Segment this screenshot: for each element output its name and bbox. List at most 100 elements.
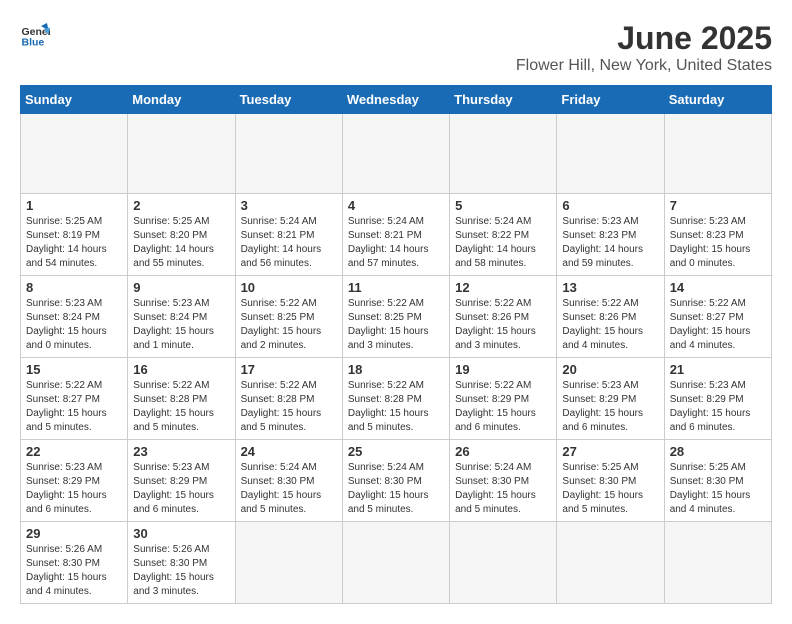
day-info: Sunrise: 5:24 AMSunset: 8:22 PMDaylight:… — [455, 215, 551, 271]
day-info: Sunrise: 5:23 AMSunset: 8:29 PMDaylight:… — [562, 379, 658, 435]
table-row — [21, 114, 128, 194]
calendar-week-row: 1 Sunrise: 5:25 AMSunset: 8:19 PMDaylight… — [21, 194, 772, 276]
table-row: 21Sunrise: 5:23 AMSunset: 8:29 PMDayligh… — [664, 358, 771, 440]
logo-icon: General Blue — [20, 20, 50, 50]
table-row: 12Sunrise: 5:22 AMSunset: 8:26 PMDayligh… — [450, 276, 557, 358]
table-row — [342, 522, 449, 604]
day-number: 30 — [133, 526, 229, 541]
table-row: 8 Sunrise: 5:23 AMSunset: 8:24 PMDaylight… — [21, 276, 128, 358]
table-row — [235, 114, 342, 194]
table-row: 5 Sunrise: 5:24 AMSunset: 8:22 PMDaylight… — [450, 194, 557, 276]
day-number: 27 — [562, 444, 658, 459]
day-number: 2 — [133, 198, 229, 213]
day-number: 1 — [26, 198, 122, 213]
day-info: Sunrise: 5:25 AMSunset: 8:19 PMDaylight:… — [26, 215, 122, 271]
table-row — [664, 114, 771, 194]
col-tuesday: Tuesday — [235, 86, 342, 114]
day-number: 28 — [670, 444, 766, 459]
calendar-week-row: 15 Sunrise: 5:22 AMSunset: 8:27 PMDayligh… — [21, 358, 772, 440]
calendar-header-row: Sunday Monday Tuesday Wednesday Thursday… — [21, 86, 772, 114]
day-number: 24 — [241, 444, 337, 459]
day-number: 18 — [348, 362, 444, 377]
calendar-title: June 2025 — [516, 20, 772, 57]
day-info: Sunrise: 5:25 AMSunset: 8:30 PMDaylight:… — [670, 461, 766, 517]
header: General Blue June 2025 Flower Hill, New … — [20, 20, 772, 75]
table-row: 15 Sunrise: 5:22 AMSunset: 8:27 PMDayligh… — [21, 358, 128, 440]
calendar-week-row: 22Sunrise: 5:23 AMSunset: 8:29 PMDayligh… — [21, 440, 772, 522]
day-number: 20 — [562, 362, 658, 377]
col-thursday: Thursday — [450, 86, 557, 114]
day-number: 19 — [455, 362, 551, 377]
day-number: 7 — [670, 198, 766, 213]
col-saturday: Saturday — [664, 86, 771, 114]
table-row: 30 Sunrise: 5:26 AMSunset: 8:30 PMDayligh… — [128, 522, 235, 604]
day-number: 23 — [133, 444, 229, 459]
table-row: 6Sunrise: 5:23 AMSunset: 8:23 PMDaylight… — [557, 194, 664, 276]
table-row: 25 Sunrise: 5:24 AMSunset: 8:30 PMDayligh… — [342, 440, 449, 522]
table-row: 2 Sunrise: 5:25 AMSunset: 8:20 PMDaylight… — [128, 194, 235, 276]
day-info: Sunrise: 5:23 AMSunset: 8:24 PMDaylight:… — [26, 297, 122, 353]
day-info: Sunrise: 5:23 AMSunset: 8:29 PMDaylight:… — [133, 461, 229, 517]
day-info: Sunrise: 5:22 AMSunset: 8:25 PMDaylight:… — [348, 297, 444, 353]
table-row: 11 Sunrise: 5:22 AMSunset: 8:25 PMDayligh… — [342, 276, 449, 358]
col-friday: Friday — [557, 86, 664, 114]
day-info: Sunrise: 5:24 AMSunset: 8:30 PMDaylight:… — [348, 461, 444, 517]
calendar-week-row — [21, 114, 772, 194]
day-info: Sunrise: 5:23 AMSunset: 8:29 PMDaylight:… — [26, 461, 122, 517]
table-row: 24 Sunrise: 5:24 AMSunset: 8:30 PMDayligh… — [235, 440, 342, 522]
calendar-table: Sunday Monday Tuesday Wednesday Thursday… — [20, 85, 772, 604]
day-number: 5 — [455, 198, 551, 213]
calendar-subtitle: Flower Hill, New York, United States — [516, 57, 772, 75]
day-info: Sunrise: 5:22 AMSunset: 8:27 PMDaylight:… — [670, 297, 766, 353]
day-number: 16 — [133, 362, 229, 377]
day-info: Sunrise: 5:24 AMSunset: 8:21 PMDaylight:… — [241, 215, 337, 271]
day-number: 9 — [133, 280, 229, 295]
day-info: Sunrise: 5:26 AMSunset: 8:30 PMDaylight:… — [133, 543, 229, 599]
table-row — [557, 114, 664, 194]
day-number: 4 — [348, 198, 444, 213]
day-info: Sunrise: 5:25 AMSunset: 8:30 PMDaylight:… — [562, 461, 658, 517]
table-row — [557, 522, 664, 604]
calendar-week-row: 29 Sunrise: 5:26 AMSunset: 8:30 PMDayligh… — [21, 522, 772, 604]
logo: General Blue — [20, 20, 50, 50]
day-info: Sunrise: 5:22 AMSunset: 8:28 PMDaylight:… — [241, 379, 337, 435]
table-row — [664, 522, 771, 604]
day-number: 25 — [348, 444, 444, 459]
day-number: 26 — [455, 444, 551, 459]
table-row: 10Sunrise: 5:22 AMSunset: 8:25 PMDayligh… — [235, 276, 342, 358]
table-row: 4Sunrise: 5:24 AMSunset: 8:21 PMDaylight… — [342, 194, 449, 276]
day-number: 13 — [562, 280, 658, 295]
table-row: 19 Sunrise: 5:22 AMSunset: 8:29 PMDayligh… — [450, 358, 557, 440]
day-info: Sunrise: 5:23 AMSunset: 8:29 PMDaylight:… — [670, 379, 766, 435]
day-info: Sunrise: 5:23 AMSunset: 8:24 PMDaylight:… — [133, 297, 229, 353]
day-number: 8 — [26, 280, 122, 295]
table-row: 7 Sunrise: 5:23 AMSunset: 8:23 PMDaylight… — [664, 194, 771, 276]
table-row: 20 Sunrise: 5:23 AMSunset: 8:29 PMDayligh… — [557, 358, 664, 440]
day-info: Sunrise: 5:22 AMSunset: 8:29 PMDaylight:… — [455, 379, 551, 435]
table-row: 3 Sunrise: 5:24 AMSunset: 8:21 PMDaylight… — [235, 194, 342, 276]
day-info: Sunrise: 5:25 AMSunset: 8:20 PMDaylight:… — [133, 215, 229, 271]
table-row: 23 Sunrise: 5:23 AMSunset: 8:29 PMDayligh… — [128, 440, 235, 522]
table-row: 26 Sunrise: 5:24 AMSunset: 8:30 PMDayligh… — [450, 440, 557, 522]
day-number: 29 — [26, 526, 122, 541]
day-number: 11 — [348, 280, 444, 295]
table-row: 1 Sunrise: 5:25 AMSunset: 8:19 PMDaylight… — [21, 194, 128, 276]
day-number: 17 — [241, 362, 337, 377]
day-info: Sunrise: 5:23 AMSunset: 8:23 PMDaylight:… — [562, 215, 658, 271]
table-row — [450, 522, 557, 604]
day-info: Sunrise: 5:24 AMSunset: 8:30 PMDaylight:… — [455, 461, 551, 517]
day-info: Sunrise: 5:22 AMSunset: 8:27 PMDaylight:… — [26, 379, 122, 435]
table-row: 9 Sunrise: 5:23 AMSunset: 8:24 PMDaylight… — [128, 276, 235, 358]
day-info: Sunrise: 5:23 AMSunset: 8:23 PMDaylight:… — [670, 215, 766, 271]
day-info: Sunrise: 5:22 AMSunset: 8:26 PMDaylight:… — [455, 297, 551, 353]
table-row: 29 Sunrise: 5:26 AMSunset: 8:30 PMDayligh… — [21, 522, 128, 604]
table-row: 18Sunrise: 5:22 AMSunset: 8:28 PMDayligh… — [342, 358, 449, 440]
col-wednesday: Wednesday — [342, 86, 449, 114]
day-number: 10 — [241, 280, 337, 295]
table-row — [128, 114, 235, 194]
day-info: Sunrise: 5:24 AMSunset: 8:30 PMDaylight:… — [241, 461, 337, 517]
day-number: 3 — [241, 198, 337, 213]
day-number: 15 — [26, 362, 122, 377]
day-info: Sunrise: 5:26 AMSunset: 8:30 PMDaylight:… — [26, 543, 122, 599]
table-row — [450, 114, 557, 194]
